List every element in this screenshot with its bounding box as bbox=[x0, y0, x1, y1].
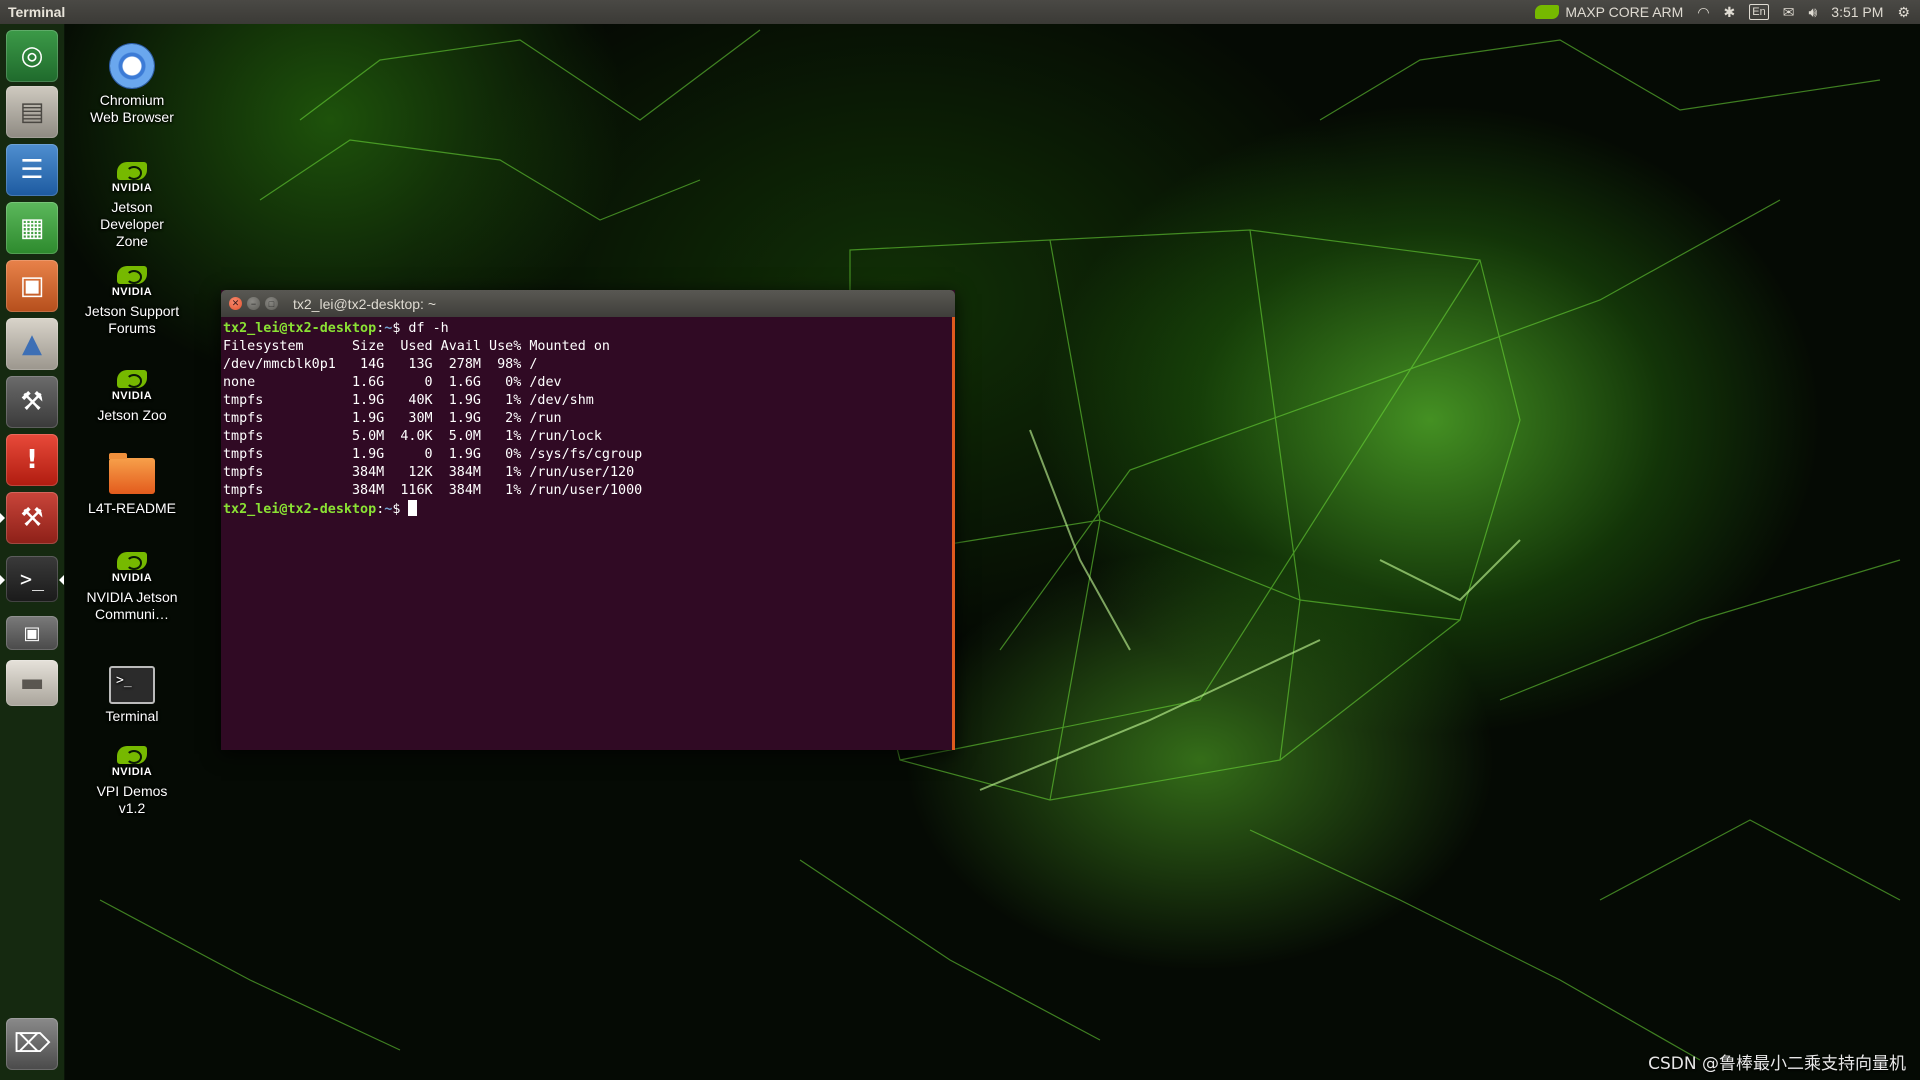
launcher-error-report[interactable]: ! bbox=[6, 434, 58, 486]
nvidia-logo-icon: NVIDIA bbox=[84, 370, 180, 405]
desktop-icon-label: Jetson Zoo bbox=[97, 407, 167, 423]
terminal-window[interactable]: ✕ − □ tx2_lei@tx2-desktop: ~ tx2_lei@tx2… bbox=[221, 290, 955, 750]
launcher-trash[interactable]: ⌦ bbox=[6, 1018, 58, 1070]
launcher-calc[interactable]: ▦ bbox=[6, 202, 58, 254]
shopping-bag-icon: ▲ bbox=[22, 329, 42, 359]
keyboard-layout-label: En bbox=[1749, 4, 1769, 20]
nvidia-logo-icon: NVIDIA bbox=[84, 162, 180, 197]
terminal-window-title: tx2_lei@tx2-desktop: ~ bbox=[293, 295, 437, 312]
df-row: tmpfs 5.0M 4.0K 5.0M 1% /run/lock bbox=[223, 429, 602, 444]
desktop-icon-chromium[interactable]: Chromium Web Browser bbox=[84, 44, 180, 126]
desktop-icon-label: NVIDIA Jetson Communi… bbox=[86, 589, 178, 622]
desktop-icon-label: Jetson Support Forums bbox=[84, 303, 180, 336]
terminal-icon: >_ bbox=[19, 567, 45, 591]
launcher-active-indicator bbox=[0, 513, 5, 523]
df-row: tmpfs 1.9G 0 1.9G 0% /sys/fs/cgroup bbox=[223, 447, 643, 462]
desktop-icon-label: Jetson Developer Zone bbox=[100, 199, 164, 249]
folder-icon bbox=[109, 453, 155, 494]
desktop-icon-label: VPI Demos v1.2 bbox=[96, 783, 168, 816]
maximize-icon[interactable]: □ bbox=[265, 297, 278, 310]
desktop-icon-label: Chromium Web Browser bbox=[90, 92, 174, 125]
launcher-system-settings[interactable]: ⚒ bbox=[6, 376, 58, 428]
launcher-writer[interactable]: ☰ bbox=[6, 144, 58, 196]
indicator-area: MAXP CORE ARM ◠ ✱ En ✉ 🔊︎ 3:51 PM ⚙ bbox=[1535, 4, 1920, 21]
launcher-screenshot[interactable]: ▣ bbox=[6, 616, 58, 650]
desktop-icon-terminal[interactable]: >_ Terminal bbox=[84, 664, 180, 725]
terminal-icon: >_ bbox=[109, 666, 155, 704]
df-row: tmpfs 384M 116K 384M 1% /run/user/1000 bbox=[223, 483, 643, 498]
gear-icon[interactable]: ⚙ bbox=[1897, 4, 1910, 21]
launcher-running-indicator bbox=[0, 575, 5, 585]
prompt-symbol: $ bbox=[392, 502, 401, 517]
launcher-focused-indicator bbox=[59, 575, 64, 585]
nvidia-logo-icon: NVIDIA bbox=[84, 552, 180, 587]
text-cursor bbox=[408, 500, 418, 516]
power-mode-indicator[interactable]: MAXP CORE ARM bbox=[1535, 4, 1683, 20]
entered-command: df -h bbox=[400, 321, 449, 336]
volume-icon[interactable]: 🔊︎ bbox=[1808, 4, 1817, 21]
minimize-icon[interactable]: − bbox=[247, 297, 260, 310]
launcher-chromium[interactable]: ◎ bbox=[6, 30, 58, 82]
desktop-icon-label: Terminal bbox=[105, 708, 159, 724]
presentation-icon: ▣ bbox=[19, 271, 45, 301]
launcher-files[interactable]: ▤ bbox=[6, 86, 58, 138]
watermark: CSDN @鲁棒最小二乘支持向量机 bbox=[1648, 1054, 1906, 1074]
bluetooth-icon[interactable]: ✱ bbox=[1724, 4, 1736, 21]
chromium-icon: ◎ bbox=[20, 41, 44, 71]
nvidia-logo-icon: NVIDIA bbox=[84, 746, 180, 781]
alert-icon: ! bbox=[26, 445, 38, 475]
camera-icon: ▣ bbox=[23, 622, 41, 644]
desktop-icon-jetson-developer-zone[interactable]: NVIDIA Jetson Developer Zone bbox=[84, 162, 180, 250]
command-line: tx2_lei@tx2-desktop:~$ df -h bbox=[223, 321, 449, 336]
df-row: tmpfs 1.9G 30M 1.9G 2% /run bbox=[223, 411, 562, 426]
settings-tools-icon: ⚒ bbox=[20, 387, 44, 417]
launcher-terminal[interactable]: >_ bbox=[6, 556, 58, 602]
terminal-output[interactable]: tx2_lei@tx2-desktop:~$ df -h Filesystem S… bbox=[221, 317, 955, 750]
launcher: ◎ ▤ ☰ ▦ ▣ ▲ ⚒ ! ⚒ >_ ▣ ▬ ⌦ bbox=[0, 24, 65, 1080]
launcher-drive[interactable]: ▬ bbox=[6, 660, 58, 706]
prompt-user-host: tx2_lei@tx2-desktop bbox=[223, 502, 377, 517]
desktop-icon-label: L4T-README bbox=[88, 500, 176, 516]
launcher-software-center[interactable]: ▲ bbox=[6, 318, 58, 370]
desktop-icon-jetson-support-forums[interactable]: NVIDIA Jetson Support Forums bbox=[84, 266, 180, 337]
active-prompt-line: tx2_lei@tx2-desktop:~$ bbox=[223, 500, 953, 519]
terminal-scrollbar[interactable] bbox=[952, 317, 955, 750]
terminal-titlebar[interactable]: ✕ − □ tx2_lei@tx2-desktop: ~ bbox=[221, 290, 955, 317]
df-row: tmpfs 384M 12K 384M 1% /run/user/120 bbox=[223, 465, 635, 480]
prompt-user-host: tx2_lei@tx2-desktop bbox=[223, 321, 377, 336]
desktop-icon-vpi-demos[interactable]: NVIDIA VPI Demos v1.2 bbox=[84, 746, 180, 817]
power-mode-label: MAXP CORE ARM bbox=[1565, 4, 1684, 20]
launcher-impress[interactable]: ▣ bbox=[6, 260, 58, 312]
clock[interactable]: 3:51 PM bbox=[1831, 4, 1883, 20]
desktop-icon-jetson-community[interactable]: NVIDIA NVIDIA Jetson Communi… bbox=[84, 552, 180, 623]
desktop-icon-l4t-readme[interactable]: L4T-README bbox=[84, 452, 180, 517]
close-icon[interactable]: ✕ bbox=[229, 297, 242, 310]
chromium-icon bbox=[110, 44, 154, 88]
nvidia-logo-icon bbox=[1535, 5, 1560, 19]
df-header: Filesystem Size Used Avail Use% Mounted … bbox=[223, 339, 610, 354]
keyboard-layout-indicator[interactable]: En bbox=[1749, 4, 1769, 20]
nvidia-logo-icon: NVIDIA bbox=[84, 266, 180, 301]
spreadsheet-icon: ▦ bbox=[19, 213, 45, 243]
wifi-icon[interactable]: ◠ bbox=[1697, 4, 1709, 21]
settings-tools-icon: ⚒ bbox=[20, 503, 44, 533]
df-row: none 1.6G 0 1.6G 0% /dev bbox=[223, 375, 562, 390]
files-icon: ▤ bbox=[19, 97, 45, 127]
df-row: tmpfs 1.9G 40K 1.9G 1% /dev/shm bbox=[223, 393, 594, 408]
top-panel: Terminal MAXP CORE ARM ◠ ✱ En ✉ 🔊︎ 3:51 … bbox=[0, 0, 1920, 24]
active-app-title: Terminal bbox=[8, 4, 66, 20]
launcher-software-updater[interactable]: ⚒ bbox=[6, 492, 58, 544]
drive-icon: ▬ bbox=[19, 668, 45, 698]
mail-icon[interactable]: ✉ bbox=[1783, 4, 1795, 21]
document-icon: ☰ bbox=[20, 155, 44, 185]
desktop-icon-jetson-zoo[interactable]: NVIDIA Jetson Zoo bbox=[84, 370, 180, 424]
df-row: /dev/mmcblk0p1 14G 13G 278M 98% / bbox=[223, 357, 538, 372]
trash-icon: ⌦ bbox=[13, 1029, 51, 1059]
